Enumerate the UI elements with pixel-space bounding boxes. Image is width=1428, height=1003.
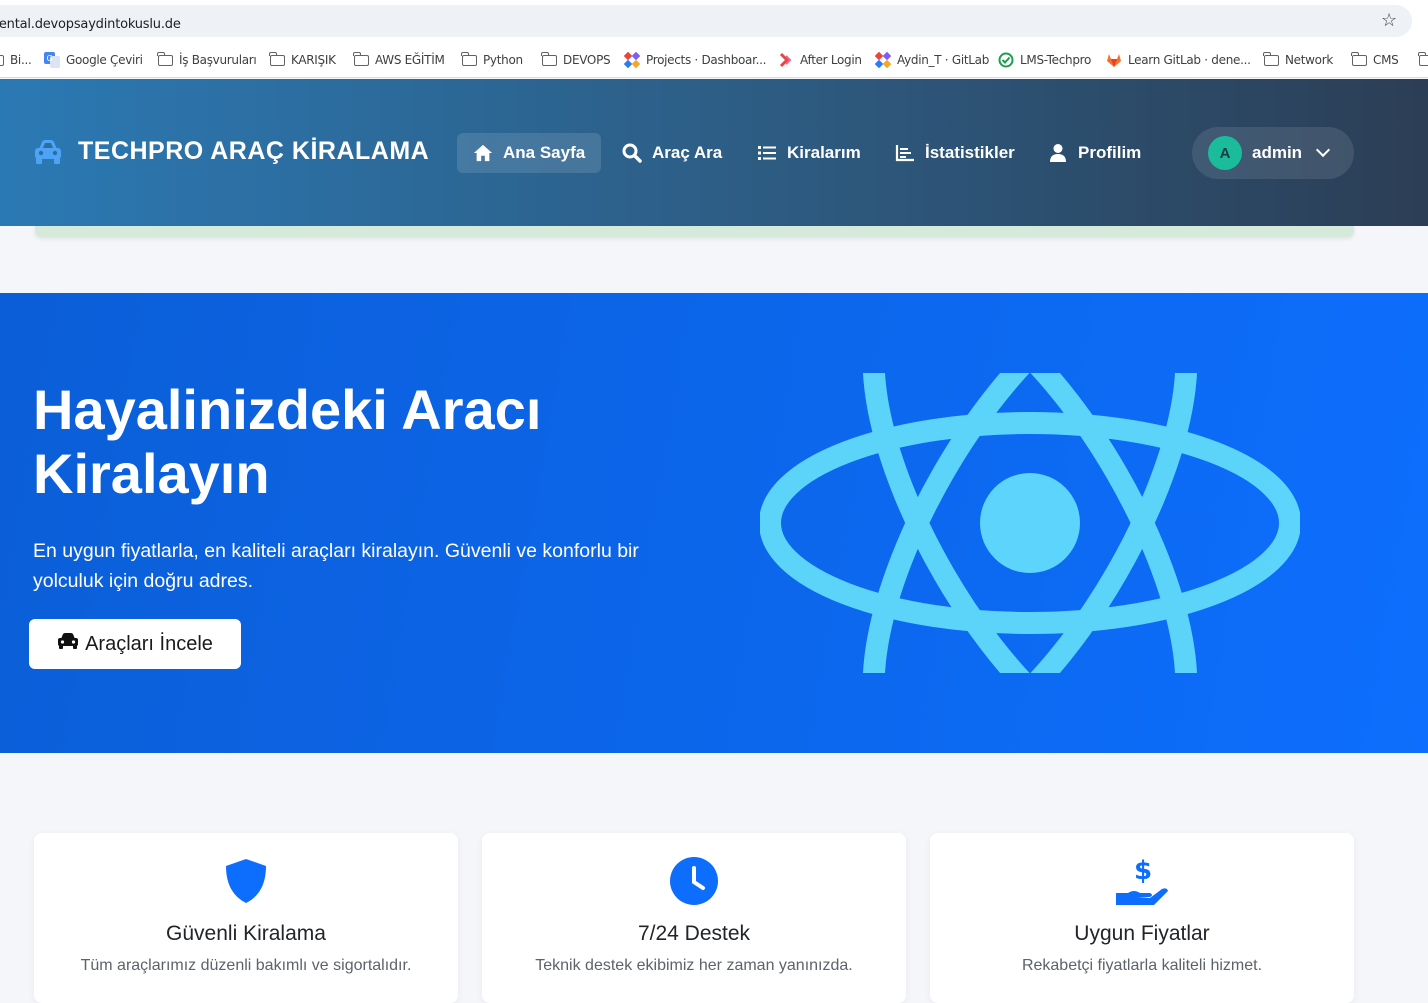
app-navbar: TECHPRO ARAÇ KİRALAMA Ana Sayfa Araç Ara… bbox=[0, 79, 1428, 226]
feature-description: Teknik destek ekibimiz her zaman yanınız… bbox=[535, 957, 853, 974]
bookmark-item[interactable]: Python bbox=[460, 51, 523, 69]
bookmark-label: Network bbox=[1285, 53, 1334, 67]
car-icon bbox=[33, 138, 63, 166]
bookmark-star-icon[interactable]: ☆ bbox=[1381, 9, 1397, 31]
chevron-down-icon bbox=[1315, 142, 1331, 158]
feature-description: Tüm araçlarımız düzenli bakımlı ve sigor… bbox=[80, 957, 412, 974]
feature-title: 7/24 Destek bbox=[637, 922, 751, 945]
bookmark-label: Google Çeviri bbox=[66, 53, 143, 67]
avatar: A bbox=[1208, 136, 1242, 170]
bookmark-label: Aydin_T · GitLab bbox=[897, 53, 990, 67]
car-icon bbox=[57, 632, 79, 656]
folder-icon bbox=[1350, 51, 1367, 67]
bookmark-overflow-folder[interactable] bbox=[1417, 51, 1428, 69]
bookmark-label: Python bbox=[483, 53, 523, 67]
nav-item-home[interactable]: Ana Sayfa bbox=[457, 133, 602, 173]
bookmark-item[interactable]: AWS EĞİTİM bbox=[352, 51, 445, 69]
nav-item-profile[interactable]: Profilim bbox=[1032, 133, 1157, 173]
browser-address-bar: rental.devopsaydintokuslu.de ☆ bbox=[0, 0, 1428, 42]
feature-description: Rekabetçi fiyatlarla kaliteli hizmet. bbox=[1021, 957, 1263, 974]
bookmark-item[interactable]: After Login bbox=[778, 51, 862, 69]
clock-icon bbox=[670, 857, 718, 905]
user-name: admin bbox=[1252, 143, 1303, 162]
nav-item-rentals[interactable]: Kiralarım bbox=[741, 133, 877, 173]
folder-icon bbox=[156, 51, 173, 67]
search-icon bbox=[622, 143, 642, 163]
bookmark-item[interactable]: Learn GitLab · dene... bbox=[1106, 51, 1251, 69]
feature-title: Uygun Fiyatlar bbox=[1074, 922, 1210, 945]
list-icon bbox=[757, 143, 777, 163]
bookmark-item[interactable]: G Google Çeviri bbox=[44, 51, 143, 69]
url-field[interactable]: rental.devopsaydintokuslu.de bbox=[0, 5, 1412, 37]
folder-icon bbox=[1262, 51, 1279, 67]
feature-card-secure: Güvenli Kiralama Tüm araçlarımız düzenli… bbox=[34, 833, 458, 1003]
bookmark-label: Projects · Dashboar... bbox=[646, 53, 767, 67]
svg-text:$: $ bbox=[1134, 857, 1152, 886]
bookmark-item[interactable]: KARIŞIK bbox=[268, 51, 336, 69]
brand-title: TECHPRO ARAÇ KİRALAMA bbox=[78, 137, 430, 165]
bookmark-label: Bi... bbox=[10, 53, 32, 67]
bookmark-item[interactable]: İş Başvuruları bbox=[156, 51, 257, 69]
bookmark-label: LMS-Techpro bbox=[1020, 53, 1092, 67]
hero-title: Hayalinizdeki Aracı Kiralayın bbox=[33, 378, 542, 505]
nav-item-label: Ana Sayfa bbox=[503, 143, 586, 162]
brand-link[interactable]: TECHPRO ARAÇ KİRALAMA bbox=[33, 137, 429, 166]
folder-icon bbox=[268, 51, 285, 67]
browse-cars-label: Araçları İncele bbox=[85, 632, 213, 655]
user-icon bbox=[1048, 143, 1068, 163]
folder-icon bbox=[0, 53, 4, 67]
bookmark-item[interactable]: DEVOPS bbox=[540, 51, 611, 69]
folder-icon bbox=[352, 51, 369, 67]
folder-icon bbox=[460, 51, 477, 67]
check-circle-icon bbox=[998, 52, 1014, 68]
bookmark-label: CMS bbox=[1373, 53, 1399, 67]
nav-item-statistics[interactable]: İstatistikler bbox=[879, 133, 1031, 173]
chart-icon bbox=[895, 143, 915, 163]
hero-section: Hayalinizdeki Aracı Kiralayın En uygun f… bbox=[0, 293, 1428, 753]
pinwheel-icon bbox=[624, 52, 640, 68]
bookmark-item[interactable]: Network bbox=[1262, 51, 1334, 69]
react-logo-icon bbox=[760, 373, 1300, 673]
bookmark-label: Learn GitLab · dene... bbox=[1128, 53, 1251, 67]
hero-subtitle: En uygun fiyatlarla, en kaliteli araçlar… bbox=[33, 540, 639, 592]
bookmark-label: AWS EĞİTİM bbox=[375, 53, 445, 67]
gitlab-icon bbox=[1106, 53, 1122, 67]
svg-text:G: G bbox=[47, 54, 53, 63]
bookmarks-bar: Bi... G Google Çeviri İş Başvuruları KAR… bbox=[0, 42, 1428, 78]
nav-item-label: Kiralarım bbox=[787, 143, 861, 162]
hand-dollar-icon: $ bbox=[1116, 856, 1168, 905]
home-icon bbox=[473, 143, 493, 163]
alert-banner-edge bbox=[35, 226, 1354, 237]
chevron-logo-icon bbox=[778, 52, 794, 68]
user-menu-dropdown[interactable]: A admin bbox=[1192, 127, 1354, 179]
bookmark-item[interactable]: LMS-Techpro bbox=[998, 51, 1091, 69]
browse-cars-button[interactable]: Araçları İncele bbox=[29, 619, 241, 669]
google-translate-icon: G bbox=[44, 52, 60, 68]
bookmark-item[interactable]: Bi... bbox=[0, 51, 32, 69]
bookmark-item[interactable]: Aydin_T · GitLab bbox=[875, 51, 989, 69]
bookmark-label: KARIŞIK bbox=[291, 53, 336, 67]
feature-title: Güvenli Kiralama bbox=[166, 922, 326, 945]
nav-item-label: Araç Ara bbox=[652, 143, 723, 162]
folder-icon bbox=[1417, 51, 1428, 67]
bookmark-item[interactable]: CMS bbox=[1350, 51, 1399, 69]
bookmark-item[interactable]: Projects · Dashboar... bbox=[624, 51, 767, 69]
nav-item-label: Profilim bbox=[1078, 143, 1142, 162]
bookmark-label: After Login bbox=[800, 53, 862, 67]
bookmark-label: İş Başvuruları bbox=[179, 53, 257, 67]
feature-card-prices: $ Uygun Fiyatlar Rekabetçi fiyatlarla ka… bbox=[930, 833, 1354, 1003]
url-text[interactable]: rental.devopsaydintokuslu.de bbox=[0, 17, 181, 32]
pinwheel-icon bbox=[875, 52, 891, 68]
nav-item-label: İstatistikler bbox=[925, 143, 1015, 162]
nav-item-search[interactable]: Araç Ara bbox=[606, 133, 738, 173]
feature-card-support: 7/24 Destek Teknik destek ekibimiz her z… bbox=[482, 833, 906, 1003]
bookmark-label: DEVOPS bbox=[563, 53, 611, 67]
shield-icon bbox=[222, 857, 270, 905]
folder-icon bbox=[540, 51, 557, 67]
